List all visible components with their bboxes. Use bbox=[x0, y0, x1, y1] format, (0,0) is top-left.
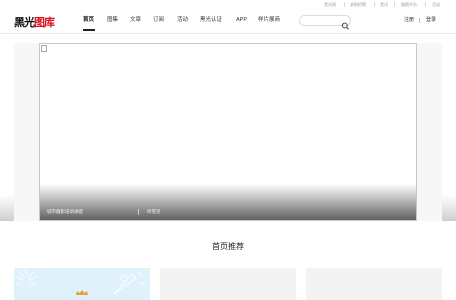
site-logo[interactable]: 黑光 图库 bbox=[14, 15, 55, 29]
banner-prev-slide[interactable] bbox=[0, 43, 14, 221]
search-box bbox=[299, 15, 351, 30]
auth-separator bbox=[419, 18, 420, 23]
top-utility-bar: 黑光网 求职招聘 黑讯 摄图平台 活动 bbox=[0, 0, 456, 10]
register-link[interactable]: 注册 bbox=[404, 17, 414, 24]
crown-icon bbox=[76, 290, 88, 295]
logo-text-red: 图库 bbox=[34, 16, 55, 29]
slide-shade bbox=[442, 195, 456, 221]
slide-shade bbox=[0, 195, 14, 221]
top-link-heiguang[interactable]: 黑光网 bbox=[324, 2, 336, 7]
top-link-separator bbox=[425, 2, 426, 7]
search-input[interactable] bbox=[304, 17, 338, 25]
caption-gradient bbox=[40, 184, 416, 220]
nav-certification[interactable]: 黑光认证 bbox=[200, 17, 222, 24]
recommend-card[interactable] bbox=[160, 268, 296, 300]
nav-albums[interactable]: 图集 bbox=[107, 17, 118, 24]
nav-sample-exhibitors[interactable]: 样片展商 bbox=[258, 17, 280, 24]
top-link-photo-platform[interactable]: 摄图平台 bbox=[401, 2, 417, 7]
nav-events[interactable]: 活动 bbox=[177, 17, 188, 24]
top-link-news[interactable]: 黑讯 bbox=[380, 2, 388, 7]
banner-main-slide[interactable]: 城市摄影培训讲座 听雪见 bbox=[39, 43, 417, 221]
recommend-card[interactable] bbox=[306, 268, 442, 300]
top-link-separator bbox=[374, 2, 375, 7]
nav-articles[interactable]: 文章 bbox=[130, 17, 141, 24]
top-link-events[interactable]: 活动 bbox=[432, 2, 440, 7]
search-icon[interactable] bbox=[341, 17, 350, 30]
logo-text-black: 黑光 bbox=[14, 16, 35, 29]
banner-next-slide[interactable] bbox=[442, 43, 456, 221]
top-link-separator bbox=[344, 2, 345, 7]
banner-caption-author[interactable]: 听雪见 bbox=[147, 209, 161, 215]
nav-app[interactable]: APP bbox=[236, 17, 247, 24]
banner-caption-title[interactable]: 城市摄影培训讲座 bbox=[47, 209, 83, 215]
section-title: 首页推荐 bbox=[212, 242, 244, 251]
nav-home[interactable]: 首页 bbox=[83, 17, 94, 24]
nav-active-indicator bbox=[83, 29, 95, 31]
top-link-separator bbox=[394, 2, 395, 7]
login-link[interactable]: 登录 bbox=[426, 17, 436, 24]
top-link-jobs[interactable]: 求职招聘 bbox=[350, 2, 366, 7]
card-illustration bbox=[14, 269, 146, 295]
recommend-card[interactable] bbox=[14, 268, 150, 300]
broken-image-icon bbox=[41, 45, 47, 52]
nav-subscribe[interactable]: 订阅 bbox=[153, 17, 164, 24]
caption-separator bbox=[138, 209, 139, 215]
main-header: 黑光 图库 首页 图集 文章 订阅 活动 黑光认证 APP 样片展商 注册 登录 bbox=[0, 10, 456, 34]
